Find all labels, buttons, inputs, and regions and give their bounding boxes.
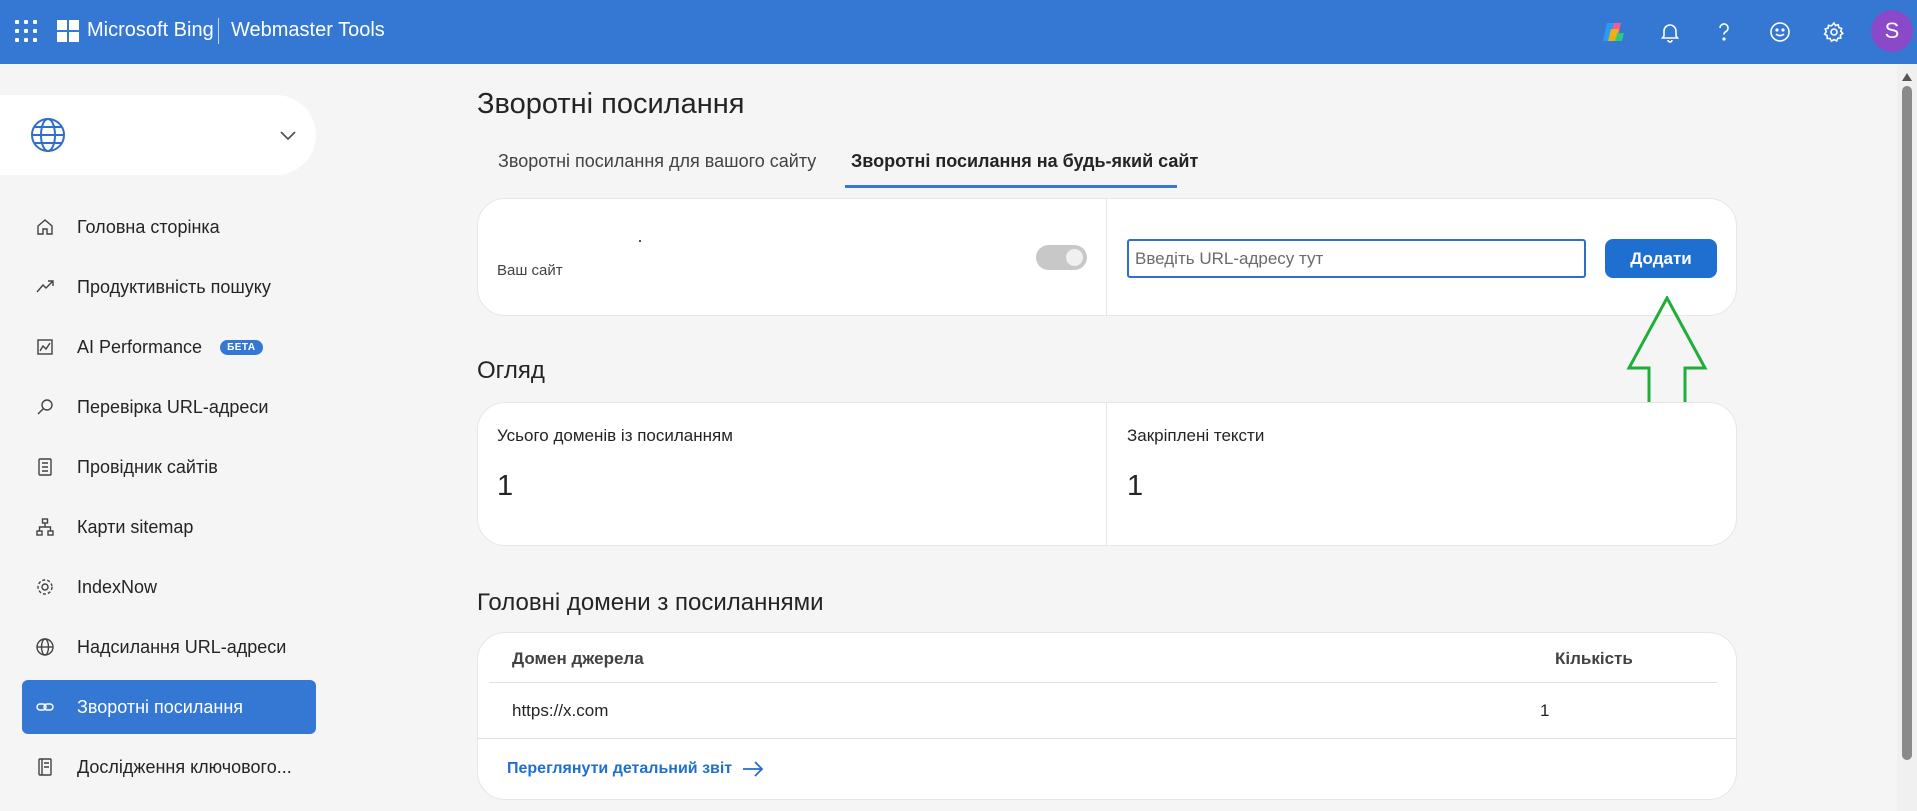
top-bar: Microsoft Bing Webmaster Tools S xyxy=(0,0,1917,64)
sitemap-icon xyxy=(34,516,56,538)
table-footer-separator xyxy=(477,738,1737,739)
table-row-count: 1 xyxy=(1540,701,1550,720)
sidebar-item-indexnow[interactable]: IndexNow xyxy=(22,560,316,614)
bell-icon[interactable] xyxy=(1654,16,1686,48)
globe-icon xyxy=(34,636,56,658)
sidebar-item-label: Продуктивність пошуку xyxy=(77,276,271,297)
add-button[interactable]: Додати xyxy=(1605,239,1717,278)
link-icon xyxy=(34,696,56,718)
chevron-down-icon[interactable] xyxy=(278,125,298,150)
sidebar-item-url-submission[interactable]: Надсилання URL-адреси xyxy=(22,620,316,674)
detailed-report-label: Переглянути детальний звіт xyxy=(507,760,733,777)
help-icon[interactable] xyxy=(1708,16,1740,48)
sidebar-item-label: AI Performance xyxy=(77,336,203,357)
header-separator xyxy=(218,18,219,44)
beta-badge: БЕТА xyxy=(220,339,263,355)
overview-title: Огляд xyxy=(477,357,545,384)
anchor-texts-label: Закріплені тексти xyxy=(1127,426,1265,445)
search-icon xyxy=(34,396,56,418)
tab-any-site-backlinks[interactable]: Зворотні посилання на будь-який сайт xyxy=(851,151,1198,172)
feedback-smiley-icon[interactable] xyxy=(1764,16,1796,48)
card-divider xyxy=(1106,199,1107,315)
sidebar-item-label: Провідник сайтів xyxy=(77,456,218,477)
document-list-icon xyxy=(34,456,56,478)
notebook-icon xyxy=(34,756,56,778)
total-domains-label: Усього доменів із посиланням xyxy=(497,426,733,445)
table-row-domain[interactable]: https://x.com xyxy=(512,701,608,721)
sidebar-item-backlinks[interactable]: Зворотні посилання xyxy=(22,680,316,734)
table-header-separator xyxy=(489,682,1717,683)
sidebar-item-label: Перевірка URL-адреси xyxy=(77,396,269,417)
site-name-placeholder xyxy=(639,240,641,242)
anchor-texts-value: 1 xyxy=(1127,470,1144,502)
tab-your-site-backlinks[interactable]: Зворотні посилання для вашого сайту xyxy=(498,151,816,172)
trend-icon xyxy=(34,276,56,298)
sidebar-item-label: Головна сторінка xyxy=(77,216,220,237)
arrow-right-icon xyxy=(743,761,764,777)
total-domains-value: 1 xyxy=(497,470,514,502)
user-avatar[interactable]: S xyxy=(1871,10,1913,52)
product-name[interactable]: Webmaster Tools xyxy=(231,19,385,42)
chart-icon xyxy=(34,336,56,358)
sidebar-item-ai-performance[interactable]: AI Performance БЕТА xyxy=(22,320,316,374)
sidebar-item-label: Карти sitemap xyxy=(77,516,194,537)
sidebar-item-site-explorer[interactable]: Провідник сайтів xyxy=(22,440,316,494)
brand-name[interactable]: Microsoft Bing xyxy=(87,19,214,42)
app-launcher-icon[interactable] xyxy=(15,20,37,42)
top-domains-title: Головні домени з посиланнями xyxy=(477,589,824,616)
globe-icon xyxy=(30,117,66,158)
column-header-count[interactable]: Кількість xyxy=(1555,649,1633,669)
sidebar-item-url-inspection[interactable]: Перевірка URL-адреси xyxy=(22,380,316,434)
active-tab-indicator xyxy=(845,185,1177,188)
page-title: Зворотні посилання xyxy=(477,88,745,120)
column-header-source-domain[interactable]: Домен джерела xyxy=(512,649,644,669)
overview-card xyxy=(477,402,1737,546)
microsoft-logo-icon xyxy=(57,20,79,42)
scrollbar-thumb[interactable] xyxy=(1902,86,1912,760)
scroll-up-icon[interactable] xyxy=(1901,72,1913,82)
sidebar-item-keyword-research[interactable]: Дослідження ключового... xyxy=(22,740,316,794)
home-icon xyxy=(34,216,56,238)
your-site-label: Ваш сайт xyxy=(497,262,563,279)
sidebar-item-label: IndexNow xyxy=(77,576,158,597)
sidebar-item-label: Надсилання URL-адреси xyxy=(77,636,287,657)
gear-icon xyxy=(34,576,56,598)
sidebar-item-home[interactable]: Головна сторінка xyxy=(22,200,316,254)
sidebar-item-label: Зворотні посилання xyxy=(77,696,244,717)
settings-gear-icon[interactable] xyxy=(1818,16,1850,48)
sidebar-item-sitemaps[interactable]: Карти sitemap xyxy=(22,500,316,554)
site-selector[interactable] xyxy=(0,95,316,175)
sidebar-item-label: Дослідження ключового... xyxy=(77,756,292,777)
url-input[interactable] xyxy=(1127,239,1586,278)
detailed-report-link[interactable]: Переглянути детальний звіт xyxy=(507,760,764,778)
copilot-icon[interactable] xyxy=(1598,16,1630,48)
your-site-toggle[interactable] xyxy=(1036,245,1087,270)
sidebar-item-search-performance[interactable]: Продуктивність пошуку xyxy=(22,260,316,314)
overview-divider xyxy=(1106,403,1107,545)
